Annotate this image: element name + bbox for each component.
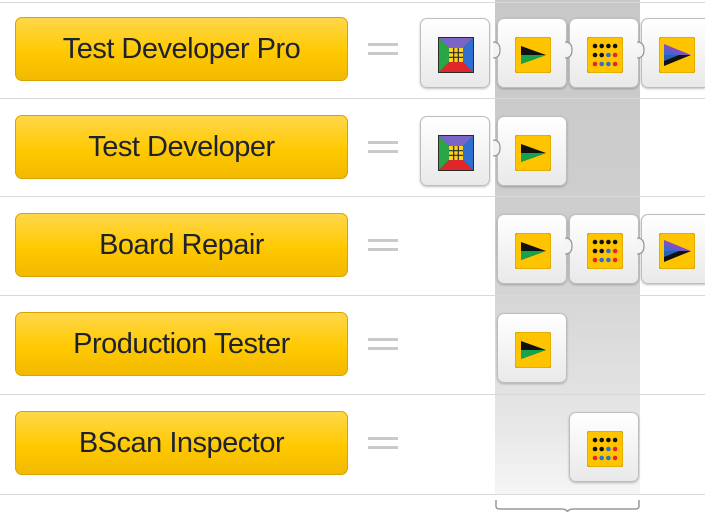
matrix-dot (599, 43, 604, 49)
multi-play-module-icon (659, 37, 695, 73)
puzzle-connector-icon (492, 139, 501, 157)
module-tile (497, 18, 567, 88)
product-row: Production Tester (0, 295, 705, 393)
matrix-dot (599, 257, 604, 263)
product-row: BScan Inspector (0, 394, 705, 492)
module-tile (569, 214, 639, 284)
matrix-dot (599, 437, 604, 443)
matrix-dot (612, 248, 618, 254)
product-label-button[interactable]: Production Tester (15, 312, 348, 376)
module-tile (497, 116, 567, 186)
play-module-icon (515, 37, 551, 73)
matrix-dot (592, 455, 598, 461)
matrix-dot (612, 52, 618, 58)
module-tile (420, 18, 490, 88)
module-tile (641, 214, 705, 284)
dot-matrix-module-icon (587, 37, 623, 73)
matrix-dot (606, 61, 611, 67)
matrix-dot (612, 257, 618, 263)
puzzle-connector-icon (564, 237, 573, 255)
module-tile (641, 18, 705, 88)
matrix-dot (612, 437, 618, 443)
matrix-dot (599, 248, 604, 254)
module-comparison-panel: Test Developer Pro Test Developer Board Re… (0, 0, 705, 512)
matrix-dot (592, 446, 598, 452)
matrix-dot (612, 61, 618, 67)
play-module-icon (515, 233, 551, 269)
matrix-dot (606, 239, 611, 245)
equals-sign-icon (368, 332, 398, 356)
module-tile (497, 214, 567, 284)
play-module-icon (515, 135, 551, 171)
puzzle-connector-icon (564, 41, 573, 59)
puzzle-connector-icon (636, 41, 645, 59)
puzzle-connector-icon (636, 237, 645, 255)
equals-sign-icon (368, 431, 398, 455)
matrix-dot (592, 239, 598, 245)
product-label-button[interactable]: Board Repair (15, 213, 348, 277)
matrix-dot (612, 239, 618, 245)
matrix-dot (592, 61, 598, 67)
module-tile (569, 412, 639, 482)
product-label-button[interactable]: Test Developer Pro (15, 17, 348, 81)
product-row: Test Developer Pro (0, 0, 705, 98)
column-brace (495, 500, 640, 512)
dot-matrix-module-icon (587, 233, 623, 269)
multi-play-module-icon (659, 233, 695, 269)
matrix-dot (612, 43, 618, 49)
equals-sign-icon (368, 233, 398, 257)
matrix-dot (606, 257, 611, 263)
matrix-dot (606, 248, 611, 254)
matrix-dot (606, 43, 611, 49)
matrix-dot (612, 455, 618, 461)
matrix-dot (592, 248, 598, 254)
matrix-dot (592, 52, 598, 58)
matrix-dot (606, 455, 611, 461)
matrix-dot (592, 43, 598, 49)
matrix-dot (599, 239, 604, 245)
product-row: Board Repair (0, 196, 705, 294)
matrix-dot (612, 446, 618, 452)
module-tile (420, 116, 490, 186)
matrix-dot (599, 446, 604, 452)
layout-module-icon (438, 37, 474, 73)
product-row: Test Developer (0, 98, 705, 196)
layout-module-icon (438, 135, 474, 171)
matrix-dot (599, 61, 604, 67)
play-module-icon (515, 332, 551, 368)
matrix-dot (606, 437, 611, 443)
matrix-dot (599, 455, 604, 461)
equals-sign-icon (368, 135, 398, 159)
module-tile (497, 313, 567, 383)
equals-sign-icon (368, 37, 398, 61)
puzzle-connector-icon (492, 41, 501, 59)
matrix-dot (599, 52, 604, 58)
matrix-dot (592, 257, 598, 263)
product-label-button[interactable]: Test Developer (15, 115, 348, 179)
matrix-dot (592, 437, 598, 443)
product-label-button[interactable]: BScan Inspector (15, 411, 348, 475)
dot-matrix-module-icon (587, 431, 623, 467)
module-tile (569, 18, 639, 88)
row-separator (0, 494, 705, 495)
matrix-dot (606, 446, 611, 452)
matrix-dot (606, 52, 611, 58)
